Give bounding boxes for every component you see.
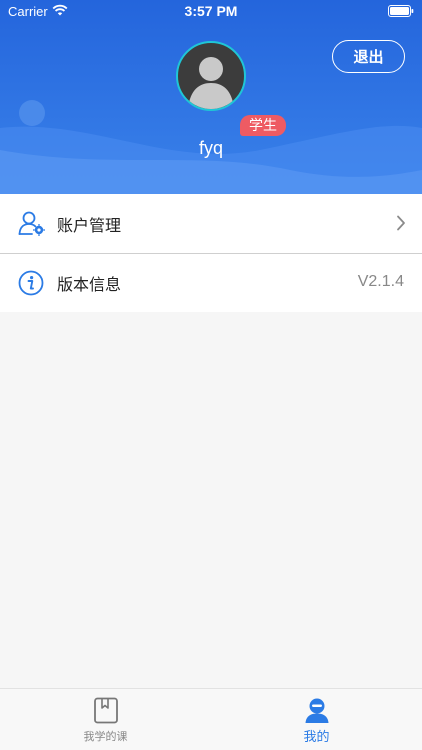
account-management-label: 账户管理 xyxy=(57,217,122,235)
chevron-right-icon xyxy=(397,215,405,231)
tab-my-courses-label: 我学的课 xyxy=(83,731,128,743)
info-icon xyxy=(18,270,44,296)
username: fyq xyxy=(198,138,223,158)
tab-mine-label: 我的 xyxy=(303,729,330,744)
bookmark-book-icon xyxy=(94,697,118,724)
settings-list: 账户管理 版本信息 V2.1.4 xyxy=(0,194,422,312)
profile-header: Carrier 3:57 PM 退出 学生 fyq xyxy=(0,0,422,194)
status-time: 3:57 PM xyxy=(184,3,238,19)
version-info-label: 版本信息 xyxy=(57,277,122,294)
tab-bar: 我学的课 我的 xyxy=(0,688,422,750)
user-settings-icon xyxy=(18,211,45,236)
default-avatar-icon xyxy=(188,57,234,109)
version-value: V2.1.4 xyxy=(357,273,404,290)
account-management-item[interactable]: 账户管理 xyxy=(0,194,422,253)
tab-mine[interactable]: 我的 xyxy=(211,689,422,750)
avatar[interactable] xyxy=(176,41,246,111)
profile-icon xyxy=(305,698,329,723)
logout-button[interactable]: 退出 xyxy=(332,40,405,73)
tab-my-courses[interactable]: 我学的课 xyxy=(0,689,211,750)
role-badge: 学生 xyxy=(240,115,286,136)
battery-icon xyxy=(388,5,414,17)
status-bar: Carrier 3:57 PM xyxy=(0,0,422,22)
version-info-item[interactable]: 版本信息 V2.1.4 xyxy=(0,253,422,312)
